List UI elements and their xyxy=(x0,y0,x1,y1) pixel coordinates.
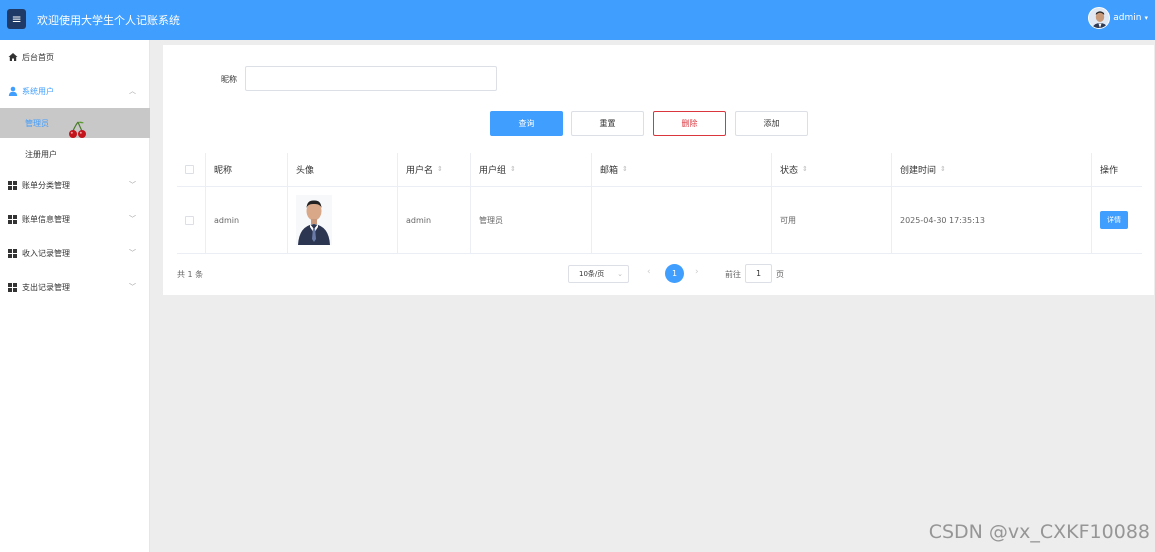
reset-button[interactable]: 重置 xyxy=(571,111,644,136)
sort-icon[interactable]: ⇕ xyxy=(802,166,808,173)
sidebar: 后台首页 系统用户 ︿ 管理员 注册用户 账单分类管理 ﹀ 账单信息管理 ﹀ 收… xyxy=(0,40,150,552)
column-label: 头像 xyxy=(296,166,315,176)
column-header-group[interactable]: 用户组 ⇕ xyxy=(471,153,592,186)
page-size-select[interactable]: 10条/页 ⌄ xyxy=(568,265,629,283)
sort-icon[interactable]: ⇕ xyxy=(437,166,443,173)
status-cell: 可用 xyxy=(772,187,892,253)
column-label: 创建时间 xyxy=(900,166,937,176)
email-cell xyxy=(592,187,772,253)
chevron-up-icon: ︿ xyxy=(129,87,136,95)
sidebar-item-income-records[interactable]: 收入记录管理 ﹀ xyxy=(0,236,150,270)
sort-icon[interactable]: ⇕ xyxy=(510,166,516,173)
sidebar-item-home[interactable]: 后台首页 xyxy=(0,40,150,74)
users-table: 昵称 头像 用户名 ⇕ 用户组 ⇕ 邮箱 ⇕ 状态 ⇕ 创建时间 ⇕ 操作 ad… xyxy=(177,153,1142,254)
column-header-avatar: 头像 xyxy=(288,153,398,186)
sort-icon[interactable]: ⇕ xyxy=(940,166,946,173)
column-header-actions: 操作 xyxy=(1092,153,1142,186)
goto-page-input[interactable]: 1 xyxy=(745,264,772,283)
sidebar-item-label: 注册用户 xyxy=(25,149,57,159)
nickname-cell: admin xyxy=(206,187,288,253)
actions-cell: 详情 xyxy=(1092,187,1142,253)
cherry-icon xyxy=(69,121,86,138)
watermark: CSDN @vx_CXKF10088 xyxy=(928,521,1150,543)
user-icon xyxy=(8,86,18,96)
table-header: 昵称 头像 用户名 ⇕ 用户组 ⇕ 邮箱 ⇕ 状态 ⇕ 创建时间 ⇕ 操作 xyxy=(177,153,1142,187)
table-row: admin admin 管理员 可用 2025-04-30 17:35:13 详… xyxy=(177,187,1142,254)
avatar xyxy=(1088,7,1111,29)
column-label: 昵称 xyxy=(214,166,233,176)
chevron-down-icon: ﹀ xyxy=(129,283,136,291)
select-all-checkbox[interactable] xyxy=(185,165,194,174)
sidebar-item-expense-records[interactable]: 支出记录管理 ﹀ xyxy=(0,270,150,304)
column-label: 用户组 xyxy=(479,166,507,176)
chevron-down-icon: ﹀ xyxy=(129,181,136,189)
grid-icon xyxy=(8,180,17,190)
top-bar: ≡ 欢迎使用大学生个人记账系统 admin ▾ xyxy=(0,0,1155,40)
column-header-created[interactable]: 创建时间 ⇕ xyxy=(892,153,1092,186)
column-header-email[interactable]: 邮箱 ⇕ xyxy=(592,153,772,186)
detail-button[interactable]: 详情 xyxy=(1100,211,1128,229)
next-page-icon[interactable]: › xyxy=(695,267,699,277)
sidebar-item-registered-users[interactable]: 注册用户 xyxy=(0,138,150,170)
created-time-cell: 2025-04-30 17:35:13 xyxy=(892,187,1092,253)
user-photo xyxy=(296,195,332,245)
sidebar-item-bill-category[interactable]: 账单分类管理 ﹀ xyxy=(0,168,150,202)
column-label: 状态 xyxy=(780,166,799,176)
sort-icon[interactable]: ⇕ xyxy=(622,166,628,173)
total-count: 共 1 条 xyxy=(177,270,204,279)
sidebar-item-label: 账单分类管理 xyxy=(22,180,70,190)
grid-icon xyxy=(8,282,17,292)
query-button[interactable]: 查询 xyxy=(490,111,563,136)
sidebar-item-label: 后台首页 xyxy=(22,52,54,62)
app-title: 欢迎使用大学生个人记账系统 xyxy=(37,14,180,27)
sidebar-item-label: 管理员 xyxy=(25,118,49,128)
avatar-cell xyxy=(288,187,398,253)
nickname-search-input[interactable] xyxy=(245,66,497,91)
content-panel: 昵称 查询 重置 删除 添加 昵称 头像 用户名 ⇕ 用户组 ⇕ 邮箱 ⇕ 状态… xyxy=(163,45,1154,295)
row-select-cell xyxy=(177,187,206,253)
sidebar-item-label: 系统用户 xyxy=(22,86,54,96)
chevron-down-icon: ▾ xyxy=(1144,14,1148,22)
row-checkbox[interactable] xyxy=(185,215,194,225)
home-icon xyxy=(8,52,18,62)
column-header-username[interactable]: 用户名 ⇕ xyxy=(398,153,471,186)
delete-button[interactable]: 删除 xyxy=(653,111,726,136)
nickname-search-label: 昵称 xyxy=(221,75,237,84)
chevron-down-icon: ⌄ xyxy=(617,270,623,278)
select-all-cell xyxy=(177,153,206,186)
grid-icon xyxy=(8,214,17,224)
user-menu[interactable]: admin ▾ xyxy=(1088,7,1148,29)
sidebar-item-label: 账单信息管理 xyxy=(22,214,70,224)
username-cell: admin xyxy=(398,187,471,253)
sidebar-item-bill-info[interactable]: 账单信息管理 ﹀ xyxy=(0,202,150,236)
sidebar-item-label: 收入记录管理 xyxy=(22,248,70,258)
grid-icon xyxy=(8,248,17,258)
column-header-nickname: 昵称 xyxy=(206,153,288,186)
sidebar-item-label: 支出记录管理 xyxy=(22,282,70,292)
column-header-status[interactable]: 状态 ⇕ xyxy=(772,153,892,186)
add-button[interactable]: 添加 xyxy=(735,111,808,136)
group-cell: 管理员 xyxy=(471,187,592,253)
column-label: 操作 xyxy=(1100,166,1119,176)
goto-label: 前往 xyxy=(725,270,741,279)
chevron-down-icon: ﹀ xyxy=(129,215,136,223)
goto-suffix: 页 xyxy=(776,270,784,279)
prev-page-icon[interactable]: ‹ xyxy=(647,267,651,277)
hamburger-icon[interactable]: ≡ xyxy=(7,9,26,29)
column-label: 用户名 xyxy=(406,166,434,176)
page-number-current[interactable]: 1 xyxy=(665,264,684,283)
sidebar-item-system-users[interactable]: 系统用户 ︿ xyxy=(0,74,150,108)
username-label: admin xyxy=(1113,13,1142,23)
column-label: 邮箱 xyxy=(600,166,619,176)
chevron-down-icon: ﹀ xyxy=(129,249,136,257)
page-size-value: 10条/页 xyxy=(579,270,605,278)
